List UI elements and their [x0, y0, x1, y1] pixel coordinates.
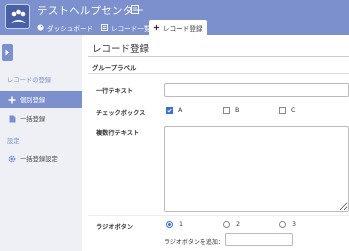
tab-label: レコード登録	[163, 24, 203, 33]
main-content: レコード登録 グループラベル 一行テキスト チェックボックス A B C 複数行…	[82, 35, 349, 251]
tab-dashboard[interactable]: ダッシュボード	[33, 20, 97, 35]
page-title: レコード登録	[92, 44, 150, 55]
add-radio-label: ラジオボタンを追加：	[164, 239, 224, 246]
radio-option-label: 2	[236, 221, 241, 228]
gear-icon	[8, 155, 16, 163]
sidebar-item-bulk-settings[interactable]: 一括登録設定	[0, 150, 82, 167]
checkbox-option-b[interactable]: B	[223, 107, 239, 114]
radio-button-label: ラジオボタン	[96, 224, 134, 231]
chevron-right-icon	[5, 49, 9, 56]
sidebar-toggle-button[interactable]	[2, 44, 13, 61]
file-icon	[8, 115, 16, 123]
group-label: グループラベル	[92, 64, 137, 72]
sidebar-item-label: 個別登録	[20, 97, 46, 104]
checkbox-option-label: C	[291, 107, 296, 114]
checkbox-option-label: A	[178, 107, 183, 114]
app-logo-icon[interactable]	[5, 4, 30, 29]
single-line-text-label: 一行テキスト	[96, 88, 133, 95]
add-radio-input[interactable]	[225, 233, 293, 246]
sidebar-section-settings: 設定	[7, 138, 20, 145]
checkbox-unchecked-icon[interactable]	[279, 107, 286, 114]
book-icon[interactable]	[131, 5, 139, 14]
checkbox-label: チェックボックス	[96, 110, 146, 117]
field-divider	[88, 215, 349, 216]
nav-tabs: ダッシュボード レコード一覧 レコード登録	[33, 20, 349, 35]
sidebar: レコードの登録 個別登録 一括登録 設定 一括登録設定	[0, 35, 82, 251]
checkbox-option-c[interactable]: C	[279, 107, 295, 114]
app-header: テストヘルプセンター ダッシュボード レコード一覧 レコード登録	[0, 0, 349, 35]
multi-line-text-label: 複数行テキスト	[96, 130, 140, 137]
checkbox-option-a[interactable]: A	[166, 107, 182, 114]
dashboard-icon	[37, 24, 44, 31]
radio-option-1[interactable]: 1	[166, 221, 183, 228]
tab-record-list[interactable]: レコード一覧	[97, 20, 155, 35]
multi-line-text-input[interactable]	[164, 126, 349, 212]
radio-option-label: 3	[292, 221, 297, 228]
sidebar-item-bulk-register[interactable]: 一括登録	[0, 110, 82, 127]
radio-unselected-icon[interactable]	[279, 221, 286, 228]
plus-icon	[8, 96, 16, 104]
tab-record-register[interactable]: レコード登録	[149, 20, 207, 35]
radio-option-2[interactable]: 2	[223, 221, 240, 228]
radio-selected-icon[interactable]	[166, 221, 173, 228]
sidebar-item-label: 一括登録設定	[20, 156, 58, 163]
single-line-text-input[interactable]	[164, 83, 349, 97]
plus-icon	[153, 24, 160, 31]
app-title: テストヘルプセンター	[37, 5, 144, 17]
checkbox-option-label: B	[235, 107, 240, 114]
list-icon	[101, 24, 108, 31]
sidebar-item-individual-register[interactable]: 個別登録	[0, 91, 82, 108]
title-divider	[88, 56, 349, 57]
tab-label: ダッシュボード	[47, 24, 94, 33]
group-divider	[88, 73, 349, 74]
sidebar-item-label: 一括登録	[20, 116, 46, 123]
radio-option-label: 1	[179, 221, 184, 228]
sidebar-section-records: レコードの登録	[7, 77, 52, 84]
radio-unselected-icon[interactable]	[223, 221, 230, 228]
radio-option-3[interactable]: 3	[279, 221, 296, 228]
checkbox-unchecked-icon[interactable]	[223, 107, 230, 114]
checkbox-checked-icon[interactable]	[166, 107, 173, 114]
tab-label: レコード一覧	[111, 24, 151, 33]
